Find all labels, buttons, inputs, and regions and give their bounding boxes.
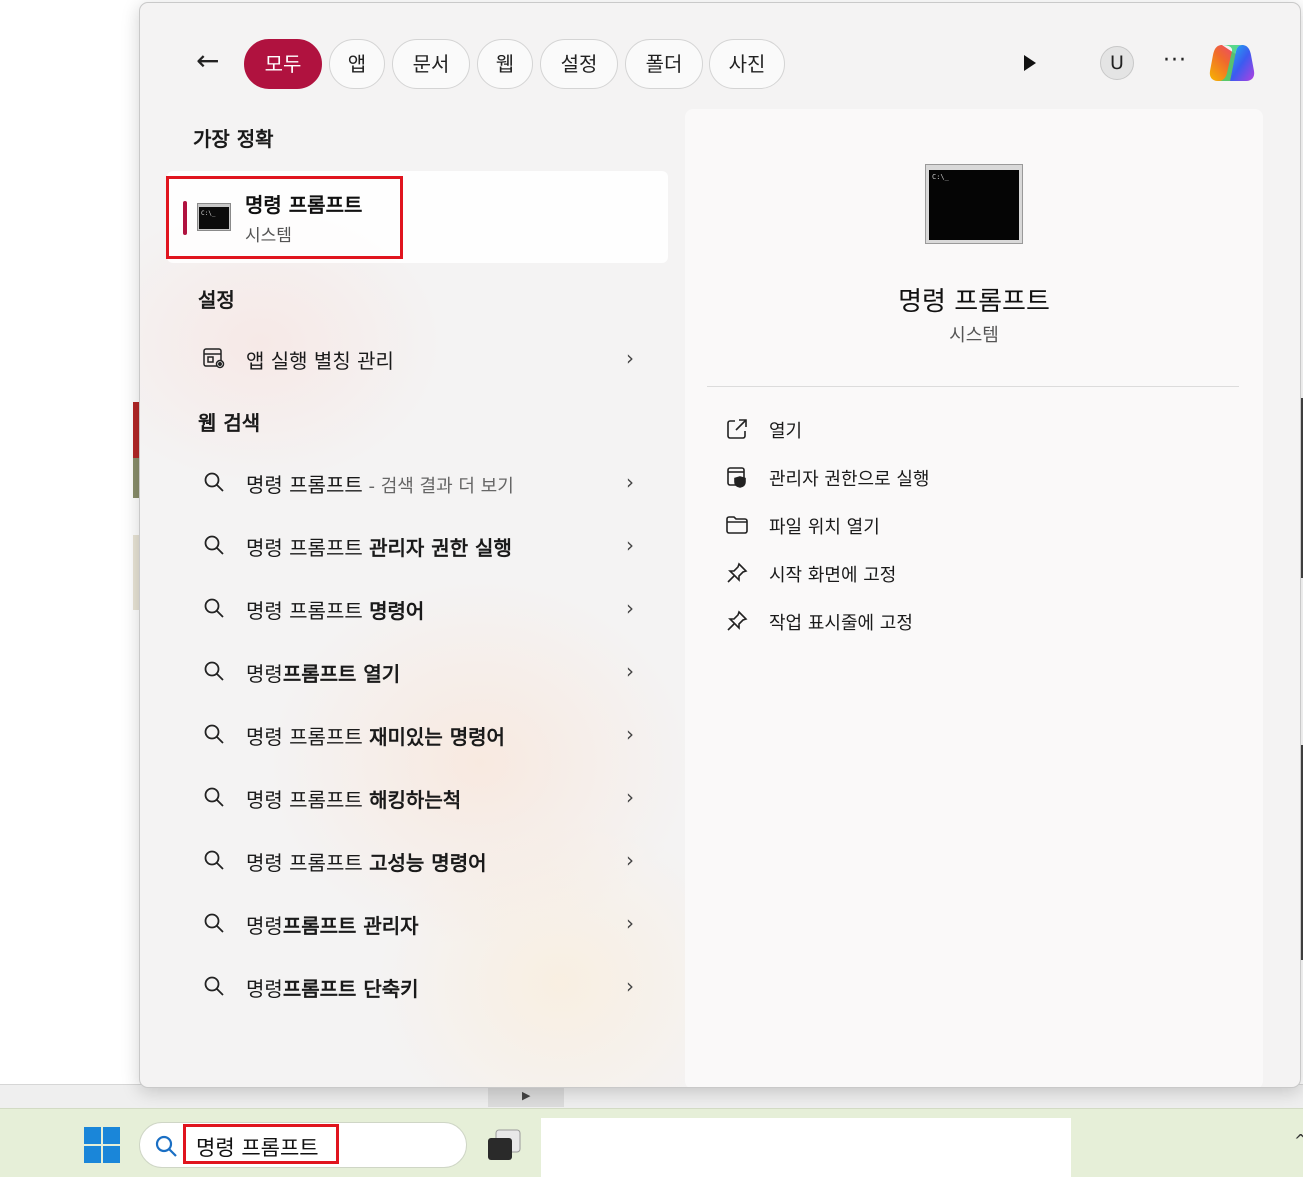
chevron-right-icon: › [626,722,634,746]
settings-result-label: 앱 실행 별칭 관리 [246,349,394,373]
chevron-right-icon: › [626,470,634,494]
chevron-right-icon: › [626,346,634,370]
web-result[interactable]: 명령 프롬프트 관리자 권한 실행 › [198,521,648,569]
web-result[interactable]: 명령 프롬프트 재미있는 명령어 › [198,710,648,758]
preview-title: 명령 프롬프트 [898,287,1050,317]
web-result-text: 명령프롬프트 단축키 [246,977,419,1001]
web-result-text: 명령 프롬프트 관리자 권한 실행 [246,536,512,560]
best-match-heading: 가장 정확 [193,127,274,151]
chevron-up-icon[interactable]: ^ [1294,1131,1303,1150]
user-account-button[interactable]: U [1100,46,1134,80]
taskbar: 명령 프롬프트 ^ [0,1108,1303,1177]
back-button[interactable]: ← [196,47,226,77]
web-search-heading: 웹 검색 [198,411,261,435]
search-icon [202,533,226,557]
action-label: 관리자 권한으로 실행 [769,469,930,490]
search-panel: ← 모두 앱 문서 웹 설정 폴더 사진 U ··· 가장 정확 C:\_ 명령… [139,2,1301,1088]
action-label: 시작 화면에 고정 [769,565,897,586]
chevron-right-icon: › [626,911,634,935]
web-result[interactable]: 명령 프롬프트 명령어 › [198,584,648,632]
filter-chip-web[interactable]: 웹 [477,39,533,89]
action-pin-to-taskbar[interactable]: 작업 표시줄에 고정 [725,601,1125,641]
divider [707,386,1239,387]
search-icon [202,722,226,746]
search-icon [202,911,226,935]
settings-heading: 설정 [198,288,235,312]
filter-chip-apps[interactable]: 앱 [329,39,385,89]
chevron-right-icon: › [626,974,634,998]
pin-icon [725,609,749,633]
windows-start-icon[interactable] [84,1127,120,1163]
open-external-icon [725,417,749,441]
search-icon [202,659,226,683]
scroll-right-arrow[interactable]: ▶ [522,1089,530,1102]
filter-chip-all[interactable]: 모두 [244,39,322,89]
web-result[interactable]: 명령프롬프트 단축키 › [198,962,648,1010]
chevron-right-icon: › [626,533,634,557]
preview-subtitle: 시스템 [949,325,999,346]
action-pin-to-start[interactable]: 시작 화면에 고정 [725,553,1125,593]
action-label: 파일 위치 열기 [769,517,880,538]
app-settings-icon [202,346,226,370]
action-label: 작업 표시줄에 고정 [769,613,913,634]
web-result[interactable]: 명령 프롬프트 해킹하는척 › [198,773,648,821]
search-icon [202,470,226,494]
shield-admin-icon [725,465,749,489]
action-open[interactable]: 열기 [725,409,1125,449]
web-result-text: 명령 프롬프트 고성능 명령어 [246,851,487,875]
chevron-right-icon: › [626,848,634,872]
taskbar-blank-area [541,1118,1071,1177]
web-result-text: 명령프롬프트 관리자 [246,914,419,938]
action-label: 열기 [769,421,803,442]
svg-text:C:\_: C:\_ [932,173,950,181]
web-result[interactable]: 명령 프롬프트 - 검색 결과 더 보기 › [198,458,648,506]
action-run-as-admin[interactable]: 관리자 권한으로 실행 [725,457,1125,497]
web-result[interactable]: 명령프롬프트 관리자 › [198,899,648,947]
search-icon [202,785,226,809]
chevron-right-icon: › [626,596,634,620]
search-icon [154,1134,178,1158]
command-prompt-large-icon: C:\_ [925,164,1023,244]
web-result-text: 명령 프롬프트 명령어 [246,599,425,623]
settings-result-app-alias[interactable]: 앱 실행 별칭 관리 › [198,334,648,382]
filter-chip-settings[interactable]: 설정 [540,39,618,89]
search-icon [202,848,226,872]
action-open-file-location[interactable]: 파일 위치 열기 [725,505,1125,545]
chevron-right-icon: › [626,659,634,683]
red-highlight-box [166,176,403,259]
pin-icon [725,561,749,585]
web-result-text: 명령프롬프트 열기 [246,662,401,686]
play-icon[interactable] [1020,51,1040,75]
task-view-icon[interactable] [486,1128,522,1162]
search-icon [202,974,226,998]
filter-chip-photos[interactable]: 사진 [709,39,785,89]
web-result-text: 명령 프롬프트 - 검색 결과 더 보기 [246,473,514,497]
search-icon [202,596,226,620]
more-options-button[interactable]: ··· [1160,47,1190,77]
preview-pane: C:\_ 명령 프롬프트 시스템 열기 관리자 권한으로 실행 파일 위치 열기 [685,109,1263,1087]
filter-chip-documents[interactable]: 문서 [392,39,470,89]
web-result-text: 명령 프롬프트 해킹하는척 [246,788,462,812]
chevron-right-icon: › [626,785,634,809]
web-result[interactable]: 명령프롬프트 열기 › [198,647,648,695]
red-highlight-box [183,1124,339,1164]
copilot-icon[interactable] [1208,41,1256,85]
web-result-text: 명령 프롬프트 재미있는 명령어 [246,725,505,749]
folder-icon [725,513,749,537]
web-result[interactable]: 명령 프롬프트 고성능 명령어 › [198,836,648,884]
filter-chip-folders[interactable]: 폴더 [625,39,703,89]
